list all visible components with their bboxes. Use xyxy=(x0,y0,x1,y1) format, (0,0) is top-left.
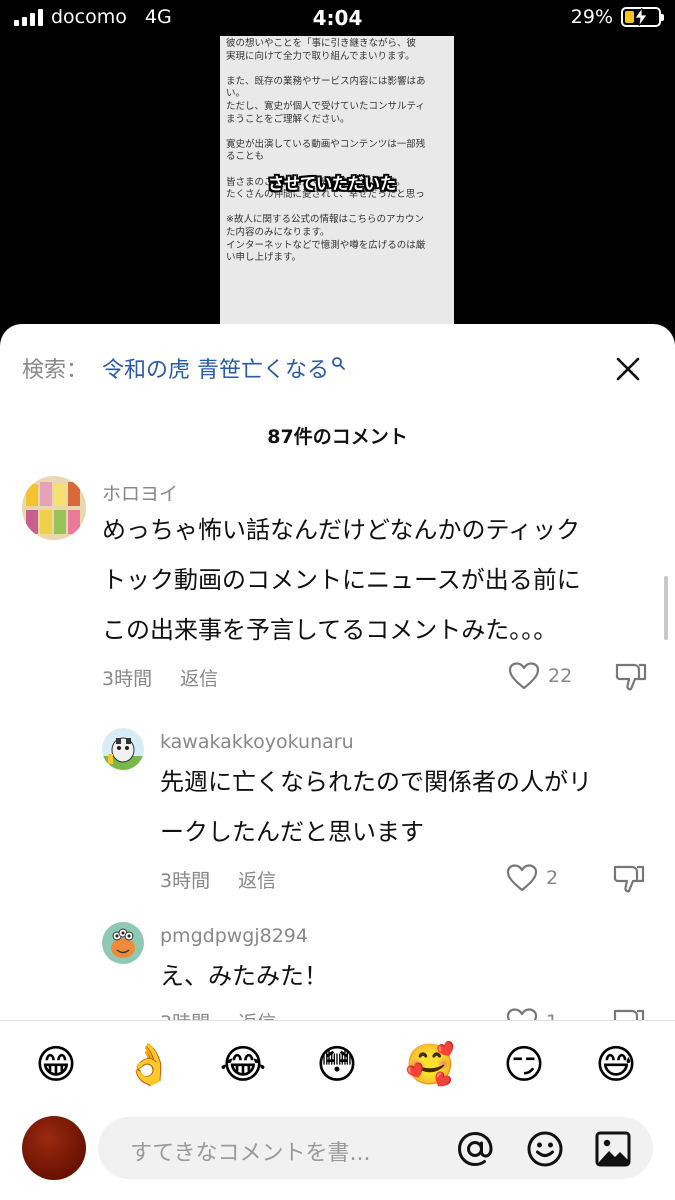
document-text: 彼の想いやことを「事に引き継きながら、彼 実現に向けて全力で取り組んでまいります。… xyxy=(220,36,454,265)
comment-text-line: めっちゃ怖い話なんだけどなんかのティック xyxy=(102,516,581,544)
search-term-link[interactable]: 令和の虎 青笹亡くなる xyxy=(102,352,329,384)
emoji-button[interactable]: 😁 xyxy=(28,1039,84,1091)
user-avatar[interactable] xyxy=(22,1116,86,1180)
like-count: 2 xyxy=(546,867,559,889)
close-icon[interactable] xyxy=(615,356,641,382)
document-line: 彼の想いやことを「事に引き継きながら、彼 xyxy=(226,38,417,49)
comment-count: 87件のコメント xyxy=(267,426,408,448)
image-icon[interactable] xyxy=(594,1130,632,1168)
battery-icon xyxy=(621,7,664,27)
document-line: 実現に向けて全力で取り組んでまいります。 xyxy=(226,50,415,62)
battery-percent: 29% xyxy=(570,6,613,28)
search-label: 検索： xyxy=(22,358,89,383)
comment-text-line: トック動画のコメントにニュースが出る前に xyxy=(102,566,581,594)
comment-time: 3時間 xyxy=(160,870,211,892)
document-line: インターネットなどで憶測や噂を広げるのは厳 xyxy=(226,239,426,251)
document-line: まうことをご理解ください。 xyxy=(226,113,350,125)
avatar[interactable] xyxy=(102,922,144,964)
emoji-button[interactable]: 🥰 xyxy=(402,1039,458,1091)
comment-time: 3時間 xyxy=(102,668,153,690)
document-line: い。 xyxy=(226,88,246,100)
document-line: また、既存の業務やサービス内容には影響はあ xyxy=(226,75,426,87)
like-count: 22 xyxy=(548,665,573,687)
avatar[interactable] xyxy=(102,728,144,770)
comment-text: え、みたみた！ xyxy=(160,951,328,1001)
comment-username[interactable]: pmgdpwgj8294 xyxy=(160,925,308,947)
document-line: た内容のみになります。 xyxy=(226,226,330,238)
emoji-button[interactable]: 😳 xyxy=(309,1039,365,1091)
like-button[interactable]: 22 xyxy=(508,662,572,690)
comment-text-line: 先週に亡くなられたので関係者の人がリ xyxy=(160,768,592,796)
comment-composer: 😁 👌 😂 😳 🥰 😏 😅 すてきなコメントを書... xyxy=(0,1020,675,1200)
thumbs-down-icon[interactable] xyxy=(614,662,648,692)
document-line: 寛史が出演している動画やコンテンツは一部残 xyxy=(226,138,426,150)
like-button[interactable]: 2 xyxy=(506,864,558,892)
heart-icon xyxy=(508,662,540,690)
search-icon xyxy=(332,357,345,370)
reply-button[interactable]: 返信 xyxy=(180,668,218,690)
document-line: ※故人に関する公式の情報はこちらのアカウン xyxy=(226,214,424,226)
emoji-button[interactable]: 😏 xyxy=(496,1039,552,1091)
comment-text-line: この出来事を予言してるコメントみた。。。 xyxy=(102,616,558,644)
comment-text-line: え、みたみた！ xyxy=(160,962,328,990)
comment-text: めっちゃ怖い話なんだけどなんかのティック トック動画のコメントにニュースが出る前… xyxy=(102,505,581,655)
comment-placeholder: すてきなコメントを書... xyxy=(130,1141,371,1166)
document-line: ることも xyxy=(226,151,265,163)
comment-username[interactable]: ホロヨイ xyxy=(102,479,178,506)
status-bar: docomo 4G 4:04 29% xyxy=(0,0,675,38)
emoji-button[interactable]: 😂 xyxy=(215,1039,271,1091)
smiley-icon[interactable] xyxy=(526,1130,564,1168)
reply-button[interactable]: 返信 xyxy=(238,870,276,892)
heart-icon xyxy=(506,864,538,892)
document-line: い申し上げます。 xyxy=(226,252,302,264)
comment-meta: 3時間 返信 xyxy=(160,866,276,893)
scrollbar[interactable] xyxy=(664,576,668,640)
related-search[interactable]: 検索： 令和の虎 青笹亡くなる xyxy=(22,352,345,384)
emoji-button[interactable]: 😅 xyxy=(588,1039,644,1091)
comment-text: 先週に亡くなられたので関係者の人がリ ークしたんだと思います xyxy=(160,757,592,857)
comment-username[interactable]: kawakakkoyokunaru xyxy=(160,731,354,753)
emoji-button[interactable]: 👌 xyxy=(121,1039,177,1091)
avatar[interactable] xyxy=(22,476,86,540)
video-caption: させていただいた xyxy=(268,174,397,193)
comment-meta: 3時間 返信 xyxy=(102,664,218,691)
comment-input[interactable]: すてきなコメントを書... xyxy=(98,1117,653,1179)
document-line: ただし、寛史が個人で受けていたコンサルティ xyxy=(226,100,425,112)
thumbs-down-icon[interactable] xyxy=(612,864,646,894)
comment-text-line: ークしたんだと思います xyxy=(160,818,424,846)
at-sign-icon[interactable] xyxy=(456,1130,494,1168)
